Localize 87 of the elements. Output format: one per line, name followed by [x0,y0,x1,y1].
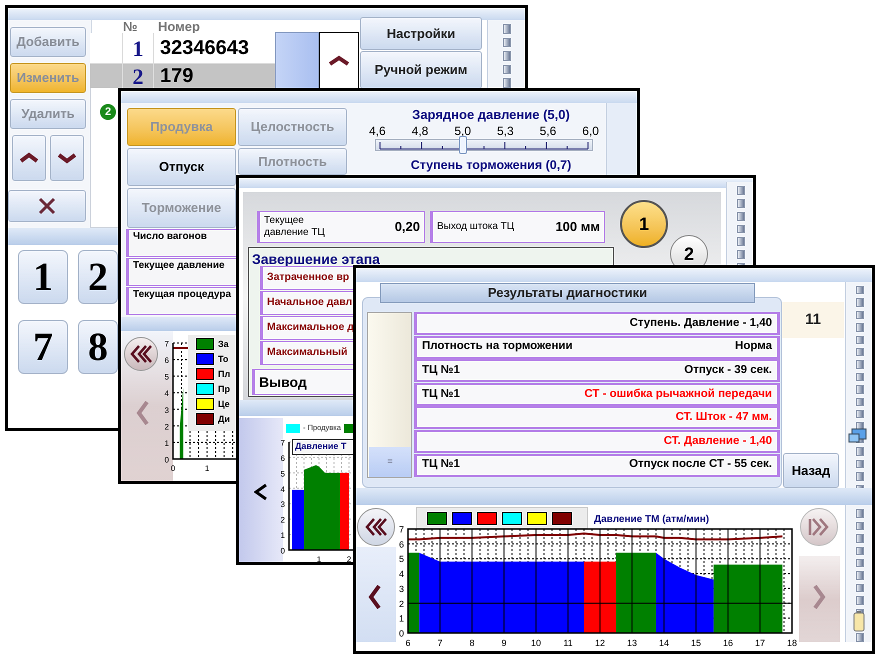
result-value: Норма [735,339,772,354]
chart-title: Давление ТМ (атм/мин) [594,513,710,527]
result-label: ТЦ №1 [422,457,460,472]
scale-label: 6,0 [582,123,599,136]
axis-tick-label: 0 [280,546,285,556]
scale-label: 5,3 [496,123,514,136]
readout-value: 0,20 [394,218,420,236]
result-value: СТ. Давление - 1,40 [664,434,772,449]
result-value: Ступень. Давление - 1,40 [630,316,772,331]
chart-title: Давление Т [292,439,354,455]
info-field: Текущая процедура [126,287,236,315]
axis-tick-label: 3 [398,584,404,594]
scale-label: 5,0 [454,123,471,136]
results-title: Результаты диагностики [380,283,755,303]
readout-value: 100 мм [555,218,600,236]
axis-tick-label: 17 [755,638,765,648]
axis-tick-label: 11 [563,638,573,648]
info-field: Число вагонов [126,229,236,257]
result-value: СТ - ошибка рычажной передачи [584,386,772,402]
axis-tick-label: 13 [627,638,637,648]
axis-tick-label: 8 [470,638,474,648]
axis-tick-label: 6 [398,539,404,550]
axis-tick-label: 1 [164,438,169,448]
stage-item: Начальное давл [260,291,355,315]
legend-label: Пр [218,383,230,395]
axis-tick-label: 9 [502,638,506,648]
result-value: Отпуск - 39 сек. [684,363,772,378]
conclusion-field: Вывод [252,369,355,395]
axis-tick-label: 3 [164,406,169,415]
scale-title: Ступень торможения (0,7) [410,158,572,174]
axis-tick-label: 2 [398,598,404,609]
axis-tick-label: 10 [531,638,541,648]
scale-title: Зарядное давление (5,0) [411,106,571,123]
axis-tick-label: 3 [280,500,285,510]
axis-tick-label: 2 [164,422,169,432]
axis-tick-label: 6 [406,638,410,648]
legend-label: То [218,353,228,365]
result-label: ТЦ №1 [422,386,460,402]
readout-label: Выход штока ТЦ [437,221,516,233]
axis-tick-label: 7 [280,438,285,448]
info-field: Текущее давление [126,258,236,286]
vehicle-number: 32346643 [159,36,250,61]
axis-tick-label: 4 [164,389,169,398]
legend-label: Це [218,398,230,410]
counter-value: 11 [782,302,844,338]
axis-tick-label: 15 [691,638,701,648]
scale-label: 4,8 [412,123,428,136]
axis-tick-label: 6 [280,454,285,463]
axis-tick-label: 16 [723,638,733,648]
axis-tick-label: 14 [659,638,669,648]
legend-label: Пл [218,368,230,380]
axis-tick-label: 2 [280,516,285,525]
stage-item: Затраченное вр [260,266,355,290]
panel-title: Завершение этапа [252,250,380,269]
axis-tick-label: 0 [398,628,404,638]
scale-label: 5,6 [540,123,556,136]
axis-tick-label: 4 [280,484,285,494]
result-value: Отпуск после СТ - 55 сек. [629,457,772,472]
axis-tick-label: 12 [595,638,605,648]
axis-tick-label: 7 [398,525,404,534]
axis-tick-label: 7 [438,638,442,648]
result-label: ТЦ №1 [422,363,460,378]
column-header: Номер [158,18,200,36]
column-header: № [123,18,138,36]
axis-tick-label: 5 [164,372,169,382]
axis-tick-label: 0 [164,456,169,464]
axis-tick-label: 1 [398,614,404,624]
legend-label: За [218,338,229,350]
scale-label: 4,6 [369,123,386,136]
axis-tick-label: 0 [170,464,176,473]
readout-label: Текущее давление ТЦ [264,215,326,239]
legend-label: Ди [218,413,230,425]
axis-tick-label: 6 [164,356,169,366]
axis-tick-label: 18 [787,638,797,648]
axis-tick-label: 4 [398,569,404,580]
vehicle-number: 179 [159,64,194,88]
row-number: 1 [122,33,154,63]
stage-item: Максимальный [260,341,355,365]
result-value: СТ. Шток - 47 мм. [676,410,772,426]
axis-tick-label: 1 [204,464,210,473]
result-label: Плотность на торможении [422,339,573,354]
axis-tick-label: 5 [398,554,404,564]
axis-tick-label: 5 [280,469,285,478]
axis-tick-label: 7 [164,340,169,348]
axis-tick-label: 1 [316,555,322,562]
axis-tick-label: 1 [280,531,285,540]
axis-tick-label: 2 [346,555,352,562]
